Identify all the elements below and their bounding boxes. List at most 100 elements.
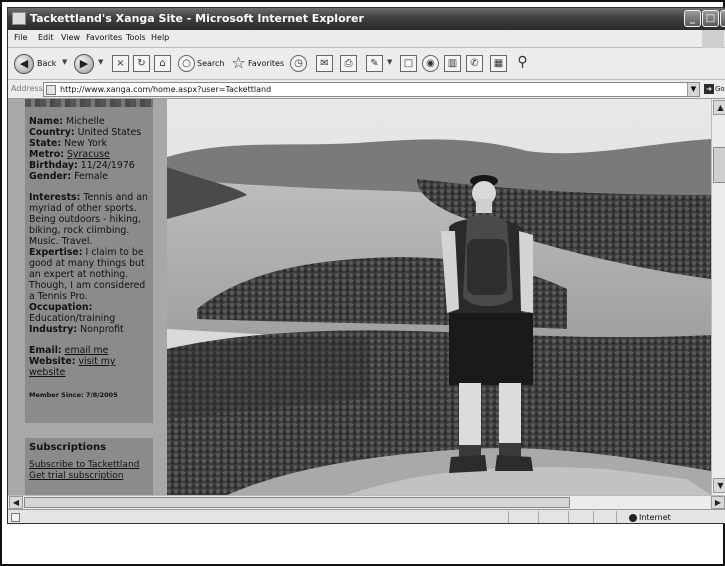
interests-text: myriad of other sports.	[29, 203, 137, 214]
interests-text: Being outdoors - hiking,	[29, 214, 141, 225]
forward-dropdown-icon[interactable]: ▼	[98, 58, 103, 66]
forward-icon[interactable]: ▶	[74, 54, 94, 74]
name-value: Michelle	[66, 116, 105, 127]
vertical-scrollbar[interactable]: ▲ ▼	[711, 99, 725, 495]
security-zone-label: Internet	[639, 513, 671, 522]
profile-gender-row: Gender: Female	[29, 171, 108, 182]
profile-state-row: State: New York	[29, 138, 107, 149]
go-label[interactable]: Go	[715, 85, 725, 93]
history-icon[interactable]: ◷	[290, 55, 307, 72]
status-bar: Internet	[8, 509, 725, 523]
profile-metro-row: Metro: Syracuse	[29, 149, 110, 160]
stop-icon[interactable]: ×	[112, 55, 129, 72]
metro-link[interactable]: Syracuse	[67, 149, 110, 160]
interests-text: biking, rock climbing.	[29, 225, 130, 236]
interests-label: Interests:	[29, 192, 81, 203]
menu-edit[interactable]: Edit	[38, 33, 54, 42]
back-label[interactable]: Back	[37, 59, 56, 68]
profile-panel: Name: Michelle Country: United States St…	[25, 99, 153, 423]
menu-tools[interactable]: Tools	[126, 33, 146, 42]
expertise-text: an expert at nothing.	[29, 269, 129, 280]
member-since-text: Member Since: 7/8/2005	[29, 391, 118, 399]
birthday-value: 11/24/1976	[80, 160, 135, 171]
done-page-icon	[11, 513, 20, 522]
browser-window: Tackettland's Xanga Site - Microsoft Int…	[7, 7, 725, 524]
expertise-label: Expertise:	[29, 247, 83, 258]
website-label: Website:	[29, 356, 76, 367]
go-button[interactable]: ➜ Go	[704, 82, 725, 97]
scroll-right-arrow-icon[interactable]: ▶	[711, 496, 725, 509]
screenshot-frame: Tackettland's Xanga Site - Microsoft Int…	[0, 0, 725, 566]
website-link[interactable]: visit my	[78, 356, 115, 367]
standard-toolbar: ◀ Back ▼ ▶ ▼ × ↻ ⌂ ○ Search ☆ Favorites …	[8, 48, 725, 80]
scroll-up-arrow-icon[interactable]: ▲	[713, 100, 725, 115]
subscribe-link[interactable]: Subscribe to Tackettland	[29, 460, 139, 470]
menu-view[interactable]: View	[61, 33, 80, 42]
back-dropdown-icon[interactable]: ▼	[62, 58, 67, 66]
subscriptions-heading: Subscriptions	[29, 442, 107, 453]
trial-subscription-link[interactable]: Get trial subscription	[29, 471, 123, 481]
state-value: New York	[64, 138, 108, 149]
maximize-button[interactable]: □	[702, 10, 719, 27]
print-icon[interactable]: ⎙	[340, 55, 357, 72]
scroll-left-arrow-icon[interactable]: ◀	[9, 496, 23, 509]
home-icon[interactable]: ⌂	[154, 55, 171, 72]
favorites-icon[interactable]: ☆	[230, 55, 247, 72]
occupation-label: Occupation:	[29, 302, 92, 313]
expertise-text: a Tennis Pro.	[29, 291, 88, 302]
page-icon	[46, 85, 56, 95]
vertical-scroll-thumb[interactable]	[713, 147, 725, 183]
metro-label: Metro:	[29, 149, 64, 160]
edit-dropdown-icon[interactable]: ▼	[387, 58, 392, 66]
gender-value: Female	[74, 171, 109, 182]
menu-help[interactable]: Help	[151, 33, 169, 42]
refresh-icon[interactable]: ↻	[133, 55, 150, 72]
email-link[interactable]: email me	[65, 345, 109, 356]
address-dropdown-icon[interactable]: ▼	[687, 83, 699, 96]
discuss-icon[interactable]: □	[400, 55, 417, 72]
profile-banner-image	[25, 99, 153, 107]
birthday-label: Birthday:	[29, 160, 78, 171]
accessibility-icon[interactable]: ⚲	[514, 55, 531, 72]
ie-app-icon	[12, 12, 26, 25]
back-icon[interactable]: ◀	[14, 54, 34, 74]
address-url[interactable]: http://www.xanga.com/home.aspx?user=Tack…	[60, 85, 271, 94]
email-label: Email:	[29, 345, 62, 356]
menu-favorites[interactable]: Favorites	[86, 33, 122, 42]
horizontal-scroll-thumb[interactable]	[24, 497, 570, 508]
close-button[interactable]: ✕	[720, 10, 725, 27]
country-value: United States	[77, 127, 142, 138]
globe-icon	[629, 514, 637, 522]
state-label: State:	[29, 138, 62, 149]
mail-icon[interactable]: ✉	[316, 55, 333, 72]
email-row: Email: email me	[29, 345, 108, 356]
favorites-label[interactable]: Favorites	[248, 59, 284, 68]
website-row-continued: website	[29, 367, 65, 378]
reference-icon[interactable]: ✆	[466, 55, 483, 72]
address-input[interactable]: http://www.xanga.com/home.aspx?user=Tack…	[43, 82, 700, 97]
name-label: Name:	[29, 116, 64, 127]
address-bar: Address http://www.xanga.com/home.aspx?u…	[8, 80, 725, 99]
messenger-icon[interactable]: ◉	[422, 55, 439, 72]
search-icon[interactable]: ○	[178, 55, 195, 72]
address-label: Address	[11, 84, 43, 93]
edit-icon[interactable]: ✎	[366, 55, 383, 72]
profile-country-row: Country: United States	[29, 127, 141, 138]
industry-label: Industry:	[29, 324, 78, 335]
profile-birthday-row: Birthday: 11/24/1976	[29, 160, 135, 171]
security-zone: Internet	[616, 511, 725, 523]
gender-label: Gender:	[29, 171, 72, 182]
go-arrow-icon: ➜	[704, 84, 714, 94]
expertise-row: Expertise: I claim to be	[29, 247, 144, 258]
minimize-button[interactable]: _	[684, 10, 701, 27]
scroll-down-arrow-icon[interactable]: ▼	[713, 478, 725, 493]
research-icon[interactable]: ▥	[444, 55, 461, 72]
menu-file[interactable]: File	[14, 33, 27, 42]
search-label[interactable]: Search	[197, 59, 224, 68]
media-icon[interactable]: ▦	[490, 55, 507, 72]
occupation-value: Education/training	[29, 313, 116, 324]
horizontal-scrollbar[interactable]: ◀ ▶	[8, 495, 725, 509]
interests-row: Interests: Tennis and an	[29, 192, 148, 203]
subscriptions-panel: Subscriptions Subscribe to Tackettland G…	[25, 438, 153, 495]
website-link[interactable]: website	[29, 367, 65, 378]
